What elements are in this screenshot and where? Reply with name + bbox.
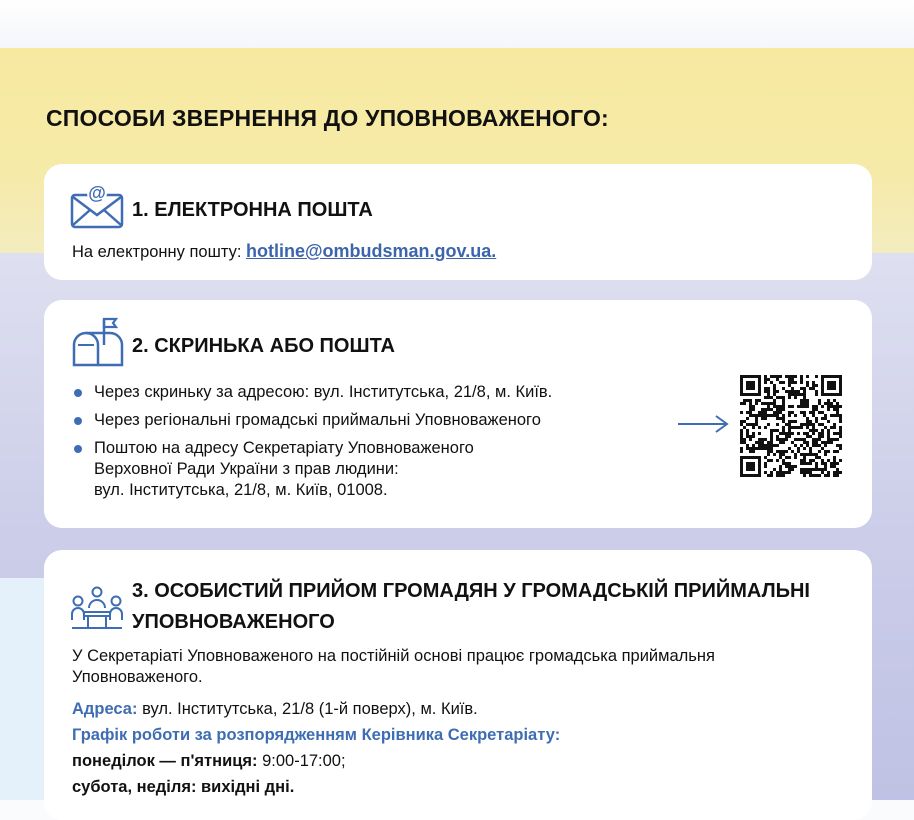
mailbox-title: 2. СКРИНЬКА АБО ПОШТА — [132, 335, 395, 357]
page-title: СПОСОБИ ЗВЕРНЕННЯ ДО УПОВНОВАЖЕНОГО: — [46, 105, 609, 131]
address-value: вул. Інститутська, 21/8 (1-й поверх), м.… — [137, 700, 478, 718]
weekday-label: понеділок — п'ятниця: — [72, 752, 258, 770]
mailbox-card: 2. СКРИНЬКА АБО ПОШТА Через скриньку за … — [44, 300, 872, 528]
top-band — [0, 0, 914, 48]
list-item: Через регіональні громадські приймальні … — [72, 410, 552, 431]
email-card: @ 1. ЕЛЕКТРОННА ПОШТА На електронну пошт… — [44, 164, 872, 280]
svg-text:@: @ — [88, 183, 106, 203]
email-text: На електронну пошту: hotline@ombudsman.g… — [72, 241, 496, 263]
reception-intro: У Секретаріаті Уповноваженого на постійн… — [72, 647, 715, 686]
email-label: На електронну пошту: — [72, 243, 246, 261]
list-item: Через скриньку за адресою: вул. Інститут… — [72, 382, 552, 403]
reception-title: 3. ОСОБИСТИЙ ПРИЙОМ ГРОМАДЯН У ГРОМАДСЬК… — [132, 580, 810, 633]
meeting-people-icon — [71, 586, 123, 629]
address-line: Адреса: вул. Інститутська, 21/8 (1-й пов… — [72, 699, 478, 720]
mailbox-icon — [72, 317, 124, 367]
address-label: Адреса: — [72, 700, 138, 718]
qr-code-icon[interactable] — [740, 375, 842, 477]
reception-card: 3. ОСОБИСТИЙ ПРИЙОМ ГРОМАДЯН У ГРОМАДСЬК… — [44, 550, 872, 820]
envelope-at-icon: @ — [70, 183, 124, 229]
mailbox-list: Через скриньку за адресою: вул. Інститут… — [72, 382, 552, 508]
email-link[interactable]: hotline@ombudsman.gov.ua. — [246, 241, 496, 261]
arrow-right-icon — [678, 415, 729, 433]
weekend-line: субота, неділя: вихідні дні. — [72, 778, 295, 796]
weekday-line: понеділок — п'ятниця: 9:00-17:00; — [72, 751, 346, 772]
email-title: 1. ЕЛЕКТРОННА ПОШТА — [132, 199, 373, 221]
weekday-value: 9:00-17:00; — [257, 752, 346, 770]
schedule-label: Графік роботи за розпорядженням Керівник… — [72, 726, 561, 744]
list-item: Поштою на адресу Секретаріату Уповноваже… — [72, 438, 552, 501]
light-blue-strip — [0, 578, 45, 800]
